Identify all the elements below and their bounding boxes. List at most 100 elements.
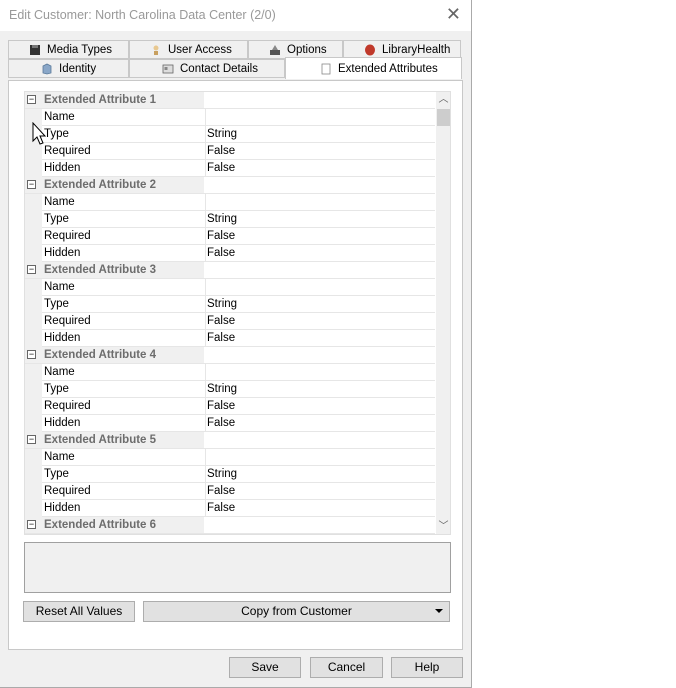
property-value[interactable]: String (207, 296, 237, 312)
row-gutter (25, 330, 42, 347)
tab-user-access[interactable]: User Access (129, 40, 248, 59)
media-types-icon (30, 44, 40, 55)
collapse-icon[interactable]: − (27, 350, 36, 359)
property-value[interactable]: False (207, 228, 235, 244)
collapse-icon[interactable]: − (27, 520, 36, 529)
category-title: Extended Attribute 4 (44, 349, 157, 361)
category-row[interactable]: − Extended Attribute 5 (25, 432, 435, 449)
category-row[interactable]: − Extended Attribute 6 (25, 517, 435, 534)
property-row[interactable]: Hidden False (25, 160, 435, 177)
tab-identity[interactable]: Identity (8, 59, 129, 78)
property-name: Type (43, 211, 206, 227)
property-value[interactable]: False (207, 245, 235, 261)
property-value[interactable]: String (207, 126, 237, 142)
property-row[interactable]: Hidden False (25, 415, 435, 432)
row-gutter (25, 449, 42, 466)
property-row[interactable]: Required False (25, 313, 435, 330)
property-name: Type (43, 381, 206, 397)
property-value[interactable]: False (207, 483, 235, 499)
property-row[interactable]: Type String (25, 126, 435, 143)
property-row[interactable]: Name (25, 449, 435, 466)
window-title: Edit Customer: North Carolina Data Cente… (9, 8, 276, 22)
property-name: Hidden (43, 330, 206, 346)
row-gutter (25, 466, 42, 483)
row-gutter (25, 160, 42, 177)
tab-label: Media Types (47, 43, 112, 56)
property-name: Required (43, 483, 206, 499)
property-value[interactable]: String (207, 381, 237, 397)
close-icon[interactable]: ✕ (446, 4, 461, 24)
row-gutter (25, 313, 42, 330)
help-button[interactable]: Help (391, 657, 463, 678)
copy-from-customer-dropdown[interactable]: Copy from Customer (143, 601, 450, 622)
property-name: Hidden (43, 415, 206, 431)
property-row[interactable]: Type String (25, 466, 435, 483)
property-value[interactable]: False (207, 143, 235, 159)
scroll-down-icon[interactable]: ﹀ (436, 519, 450, 534)
category-row[interactable]: − Extended Attribute 4 (25, 347, 435, 364)
edit-customer-dialog: Edit Customer: North Carolina Data Cente… (0, 0, 472, 688)
category-row[interactable]: − Extended Attribute 1 (25, 92, 435, 109)
reset-all-values-button[interactable]: Reset All Values (23, 601, 135, 622)
row-gutter (25, 279, 42, 296)
tab-label: LibraryHealth (382, 43, 451, 56)
property-row[interactable]: Name (25, 194, 435, 211)
property-value[interactable]: False (207, 330, 235, 346)
collapse-icon[interactable]: − (27, 180, 36, 189)
collapse-icon[interactable]: − (27, 95, 36, 104)
tab-label: Options (287, 43, 327, 56)
row-gutter (25, 364, 42, 381)
property-name: Hidden (43, 500, 206, 516)
tab-media-types[interactable]: Media Types (8, 40, 129, 59)
category-title: Extended Attribute 3 (44, 264, 157, 276)
vertical-scrollbar[interactable]: ︿ ﹀ (436, 92, 450, 534)
property-name: Name (43, 364, 206, 380)
property-name: Required (43, 313, 206, 329)
property-value[interactable]: False (207, 415, 235, 431)
property-value[interactable]: String (207, 466, 237, 482)
property-name: Name (43, 449, 206, 465)
property-row[interactable]: Name (25, 109, 435, 126)
property-value[interactable]: False (207, 500, 235, 516)
property-grid[interactable]: − Extended Attribute 1 Name Type String Requi… (24, 91, 451, 535)
property-row[interactable]: Required False (25, 143, 435, 160)
collapse-icon[interactable]: − (27, 435, 36, 444)
save-button[interactable]: Save (229, 657, 301, 678)
property-row[interactable]: Type String (25, 381, 435, 398)
property-value[interactable]: False (207, 313, 235, 329)
category-row[interactable]: − Extended Attribute 2 (25, 177, 435, 194)
property-name: Type (43, 466, 206, 482)
scroll-thumb[interactable] (437, 109, 450, 126)
property-row[interactable]: Name (25, 279, 435, 296)
property-row[interactable]: Required False (25, 398, 435, 415)
tab-contact-details[interactable]: Contact Details (129, 59, 285, 78)
property-value[interactable]: String (207, 211, 237, 227)
property-value[interactable]: False (207, 398, 235, 414)
row-gutter (25, 211, 42, 228)
property-row[interactable]: Hidden False (25, 245, 435, 262)
property-name: Name (43, 194, 206, 210)
category-title: Extended Attribute 1 (44, 94, 157, 106)
tab-extended-attributes[interactable]: Extended Attributes (285, 57, 462, 79)
identity-icon (42, 63, 52, 74)
property-row[interactable]: Type String (25, 296, 435, 313)
property-value[interactable]: False (207, 160, 235, 176)
property-row[interactable]: Hidden False (25, 330, 435, 347)
user-access-icon (153, 45, 159, 55)
property-row[interactable]: Required False (25, 483, 435, 500)
property-row[interactable]: Name (25, 364, 435, 381)
extended-attributes-icon (321, 63, 331, 74)
row-gutter (25, 194, 42, 211)
property-row[interactable]: Hidden False (25, 500, 435, 517)
scroll-up-icon[interactable]: ︿ (436, 92, 450, 107)
property-name: Hidden (43, 160, 206, 176)
cancel-button[interactable]: Cancel (310, 657, 383, 678)
property-row[interactable]: Type String (25, 211, 435, 228)
property-name: Name (43, 279, 206, 295)
dropdown-arrow-icon (435, 609, 443, 613)
collapse-icon[interactable]: − (27, 265, 36, 274)
property-name: Required (43, 228, 206, 244)
contact-details-icon (162, 64, 174, 73)
property-row[interactable]: Required False (25, 228, 435, 245)
category-row[interactable]: − Extended Attribute 3 (25, 262, 435, 279)
